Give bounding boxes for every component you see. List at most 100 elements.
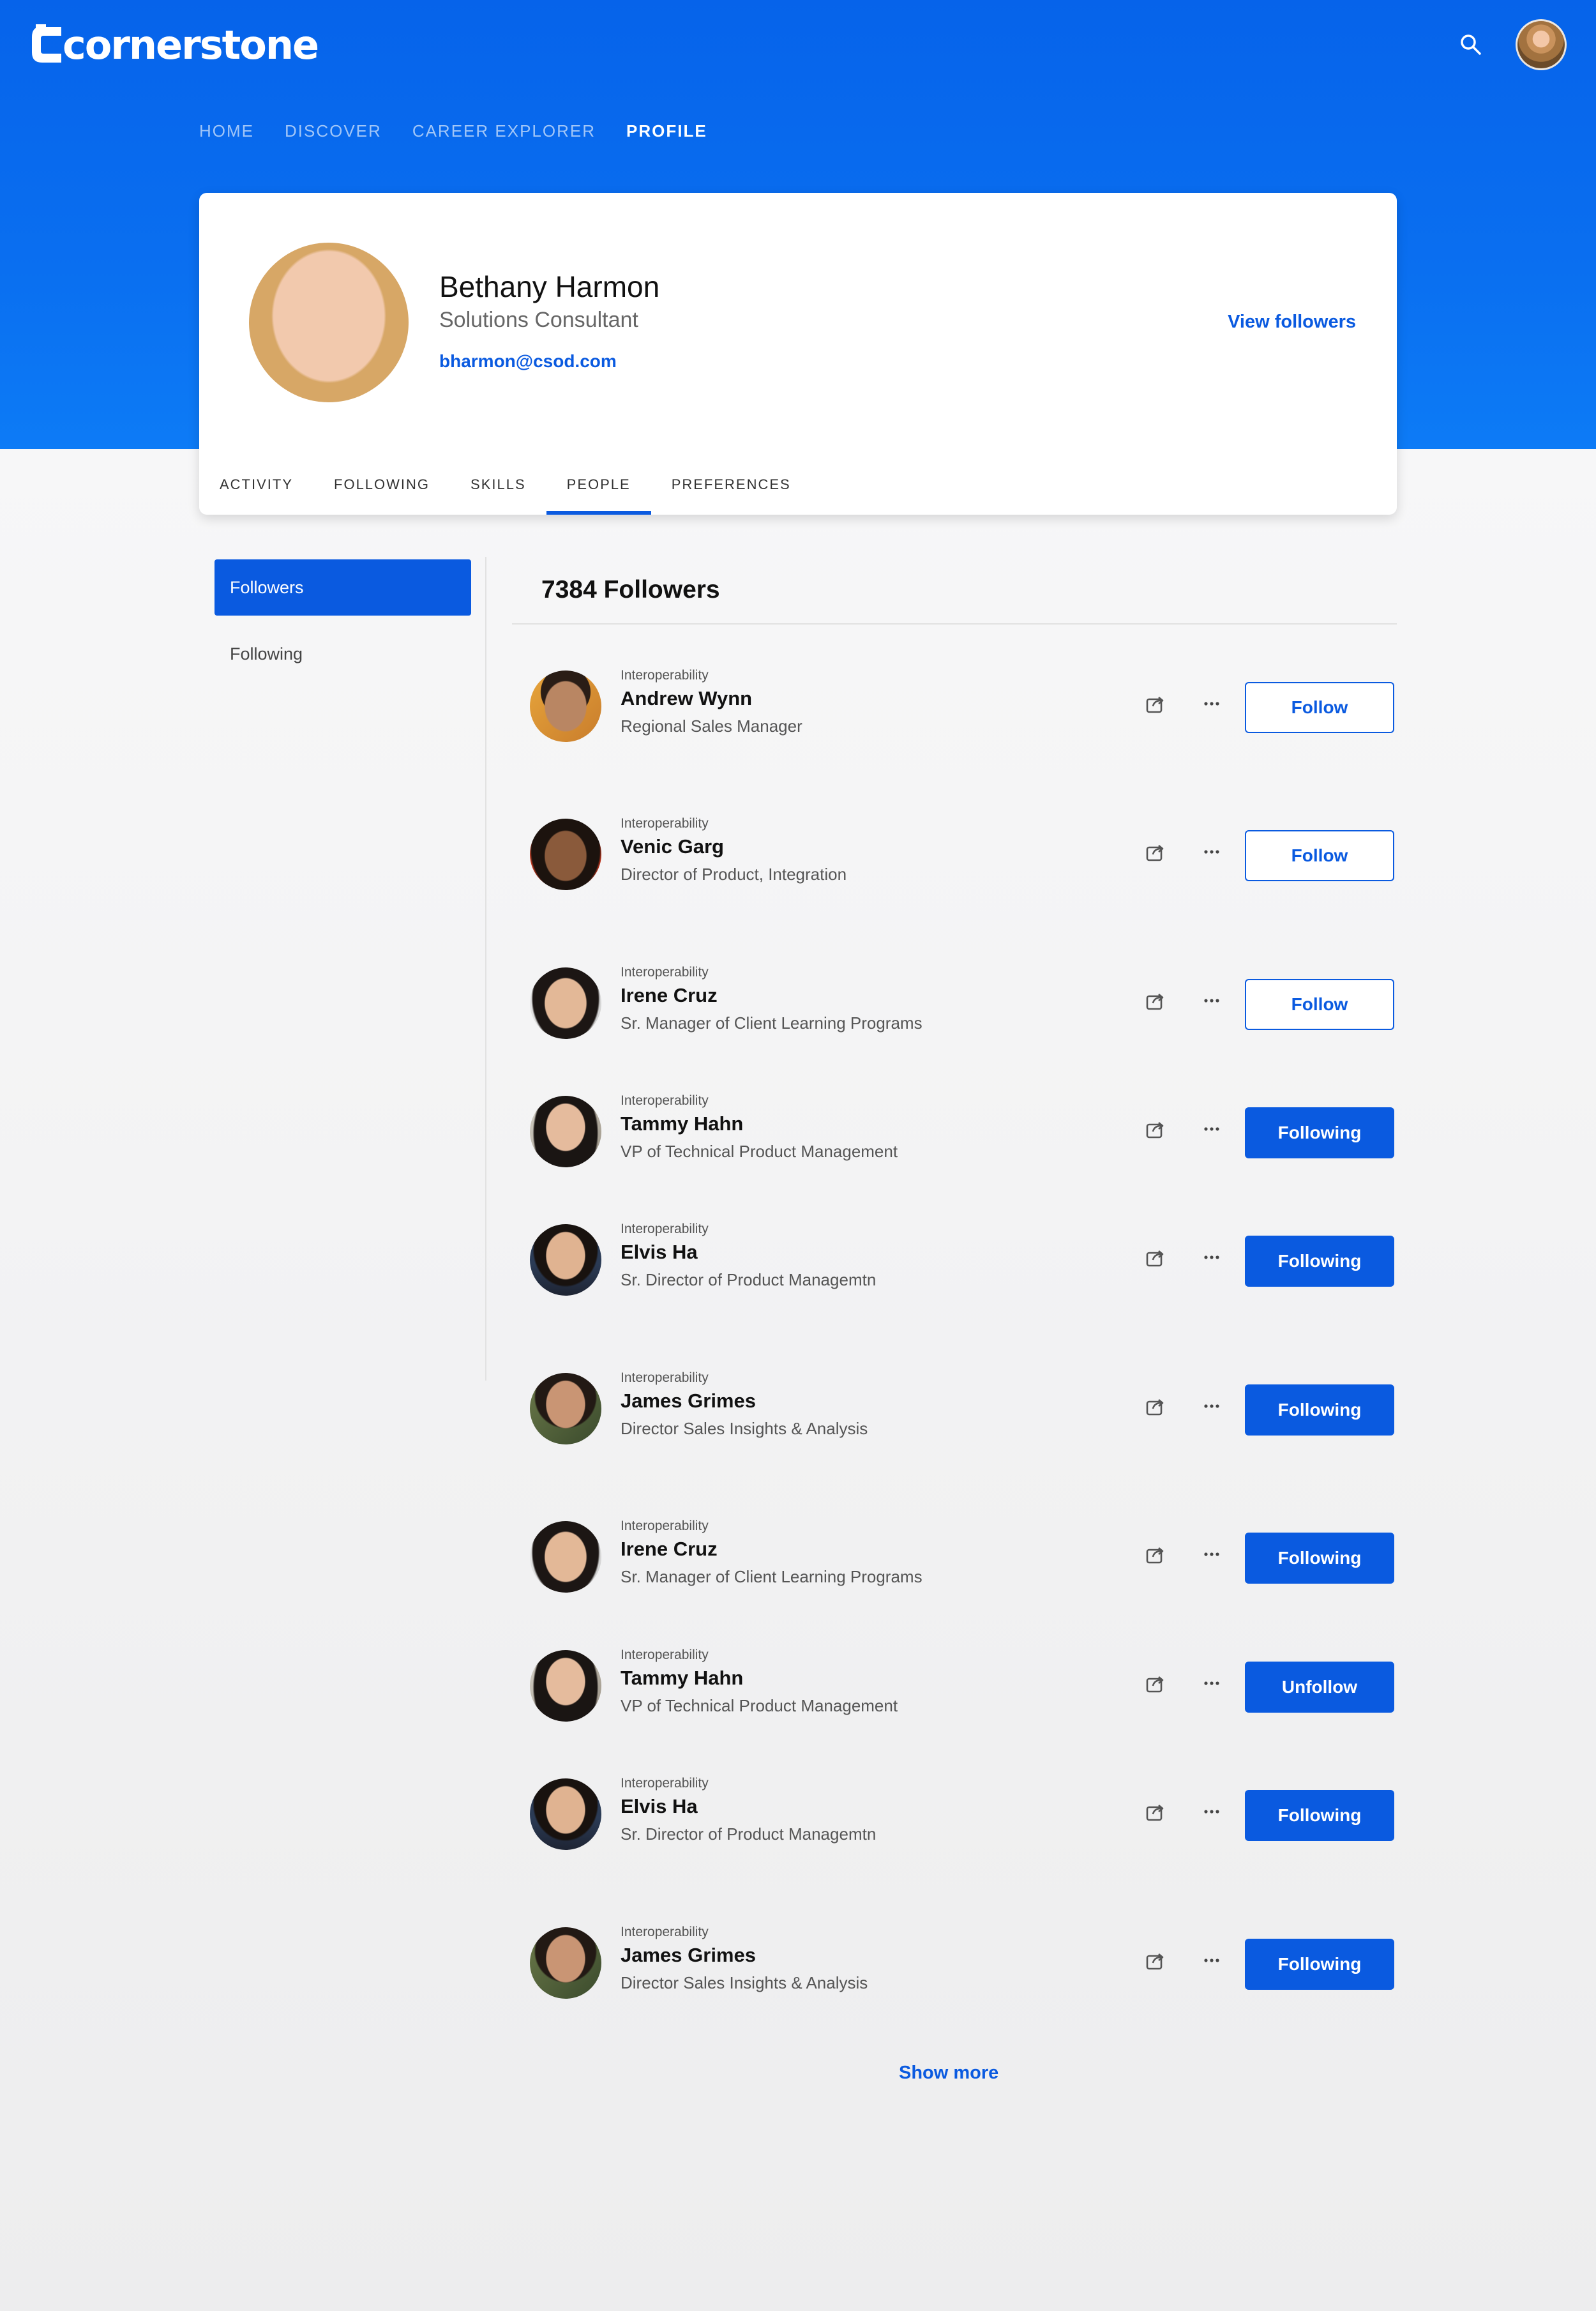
person-group: Interoperability <box>621 1222 709 1236</box>
tab-preferences[interactable]: PREFERENCES <box>651 474 811 515</box>
tab-activity[interactable]: ACTIVITY <box>220 474 313 515</box>
sidebar-divider <box>485 557 486 1381</box>
share-icon[interactable] <box>1144 1543 1167 1566</box>
person-role: Regional Sales Manager <box>621 716 802 736</box>
follow-button[interactable]: Follow <box>1245 979 1394 1030</box>
more-options-icon[interactable] <box>1200 840 1223 863</box>
more-options-icon[interactable] <box>1200 1800 1223 1823</box>
person-name[interactable]: Venic Garg <box>621 835 724 858</box>
search-icon[interactable] <box>1459 33 1482 56</box>
follow-button[interactable]: Following <box>1245 1236 1394 1287</box>
sidebar-item-following[interactable]: Following <box>215 626 471 682</box>
tab-skills[interactable]: SKILLS <box>450 474 546 515</box>
person-role: Director Sales Insights & Analysis <box>621 1419 868 1438</box>
person-group: Interoperability <box>621 1519 709 1533</box>
tab-following[interactable]: FOLLOWING <box>313 474 450 515</box>
person-role: VP of Technical Product Management <box>621 1142 898 1161</box>
more-options-icon[interactable] <box>1200 1395 1223 1418</box>
more-options-icon[interactable] <box>1200 692 1223 715</box>
view-followers-link[interactable]: View followers <box>1228 312 1356 333</box>
list-item: Interoperability Venic Garg Director of Pr… <box>530 816 1398 893</box>
person-avatar[interactable] <box>530 1778 601 1850</box>
person-group: Interoperability <box>621 1925 709 1939</box>
followers-count-title: 7384 Followers <box>541 576 720 603</box>
share-icon[interactable] <box>1144 1246 1167 1269</box>
top-navigation: HOME DISCOVER CAREER EXPLORER PROFILE <box>199 121 707 141</box>
person-role: Director of Product, Integration <box>621 865 847 884</box>
person-role: Sr. Manager of Client Learning Programs <box>621 1567 922 1586</box>
person-avatar[interactable] <box>530 819 601 890</box>
nav-career-explorer[interactable]: CAREER EXPLORER <box>412 121 596 141</box>
share-icon[interactable] <box>1144 1672 1167 1695</box>
list-item: Interoperability Tammy Hahn VP of Technica… <box>530 1093 1398 1170</box>
person-name[interactable]: Tammy Hahn <box>621 1667 743 1690</box>
list-item: Interoperability Tammy Hahn VP of Technica… <box>530 1648 1398 1724</box>
person-name[interactable]: Irene Cruz <box>621 1538 718 1561</box>
tab-people[interactable]: PEOPLE <box>546 474 651 515</box>
profile-card: Bethany Harmon Solutions Consultant bhar… <box>199 193 1397 515</box>
list-item: Interoperability Irene Cruz Sr. Manager of… <box>530 1519 1398 1595</box>
more-options-icon[interactable] <box>1200 1949 1223 1972</box>
follow-button[interactable]: Following <box>1245 1384 1394 1436</box>
user-avatar[interactable] <box>1516 19 1567 70</box>
person-group: Interoperability <box>621 1093 709 1108</box>
person-name[interactable]: Elvis Ha <box>621 1241 698 1264</box>
list-item: Interoperability Elvis Ha Sr. Director of … <box>530 1776 1398 1853</box>
follow-button[interactable]: Following <box>1245 1107 1394 1158</box>
list-item: Interoperability Elvis Ha Sr. Director of … <box>530 1222 1398 1298</box>
person-name[interactable]: Elvis Ha <box>621 1795 698 1818</box>
nav-profile[interactable]: PROFILE <box>626 121 707 141</box>
share-icon[interactable] <box>1144 1118 1167 1140</box>
person-avatar[interactable] <box>530 1521 601 1593</box>
more-options-icon[interactable] <box>1200 989 1223 1012</box>
profile-name: Bethany Harmon <box>439 270 660 303</box>
person-name[interactable]: Irene Cruz <box>621 984 718 1007</box>
profile-photo <box>249 243 409 402</box>
person-avatar[interactable] <box>530 1224 601 1296</box>
share-icon[interactable] <box>1144 1800 1167 1823</box>
person-name[interactable]: James Grimes <box>621 1944 756 1967</box>
person-avatar[interactable] <box>530 1096 601 1167</box>
share-icon[interactable] <box>1144 989 1167 1012</box>
person-avatar[interactable] <box>530 1373 601 1444</box>
logo-mark-icon <box>32 24 61 63</box>
follow-button[interactable]: Following <box>1245 1533 1394 1584</box>
person-group: Interoperability <box>621 1648 709 1662</box>
person-role: VP of Technical Product Management <box>621 1696 898 1715</box>
person-role: Sr. Director of Product Managemtn <box>621 1270 877 1289</box>
person-avatar[interactable] <box>530 1650 601 1722</box>
follow-button[interactable]: Following <box>1245 1790 1394 1841</box>
profile-tabs: ACTIVITY FOLLOWING SKILLS PEOPLE PREFERE… <box>199 474 811 515</box>
profile-email-link[interactable]: bharmon@csod.com <box>439 351 617 372</box>
person-group: Interoperability <box>621 965 709 980</box>
nav-home[interactable]: HOME <box>199 121 254 141</box>
nav-discover[interactable]: DISCOVER <box>285 121 382 141</box>
share-icon[interactable] <box>1144 692 1167 715</box>
more-options-icon[interactable] <box>1200 1246 1223 1269</box>
share-icon[interactable] <box>1144 1395 1167 1418</box>
person-avatar[interactable] <box>530 1927 601 1999</box>
cornerstone-logo[interactable]: cornerstone <box>29 19 319 70</box>
list-item: Interoperability Irene Cruz Sr. Manager of… <box>530 965 1398 1042</box>
list-divider <box>512 623 1397 625</box>
share-icon[interactable] <box>1144 840 1167 863</box>
show-more-link[interactable]: Show more <box>899 2063 998 2084</box>
more-options-icon[interactable] <box>1200 1672 1223 1695</box>
person-avatar[interactable] <box>530 967 601 1039</box>
person-name[interactable]: Andrew Wynn <box>621 687 752 710</box>
person-avatar[interactable] <box>530 671 601 742</box>
list-item: Interoperability Andrew Wynn Regional Sale… <box>530 668 1398 745</box>
share-icon[interactable] <box>1144 1949 1167 1972</box>
follow-button[interactable]: Follow <box>1245 830 1394 881</box>
person-name[interactable]: James Grimes <box>621 1390 756 1413</box>
follow-button[interactable]: Unfollow <box>1245 1662 1394 1713</box>
sidebar-item-followers[interactable]: Followers <box>215 559 471 616</box>
follow-button[interactable]: Follow <box>1245 682 1394 733</box>
person-name[interactable]: Tammy Hahn <box>621 1112 743 1135</box>
follow-button[interactable]: Following <box>1245 1939 1394 1990</box>
more-options-icon[interactable] <box>1200 1118 1223 1140</box>
person-group: Interoperability <box>621 1370 709 1385</box>
more-options-icon[interactable] <box>1200 1543 1223 1566</box>
person-role: Sr. Director of Product Managemtn <box>621 1824 877 1844</box>
person-role: Sr. Manager of Client Learning Programs <box>621 1013 922 1033</box>
